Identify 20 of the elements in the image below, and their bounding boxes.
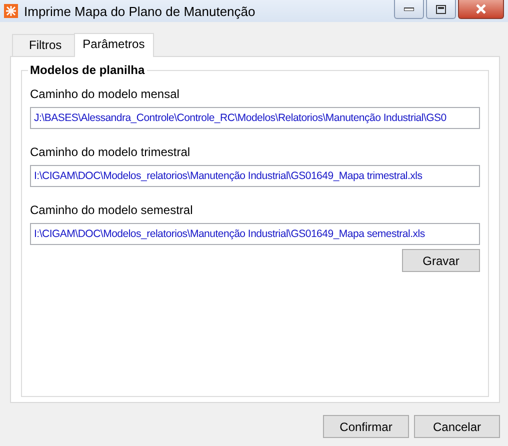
confirm-button[interactable]: Confirmar <box>323 415 409 438</box>
group-title: Modelos de planilha <box>28 63 147 77</box>
field-label: Caminho do modelo trimestral <box>30 145 190 159</box>
save-button[interactable]: Gravar <box>402 249 480 272</box>
window-title: Imprime Mapa do Plano de Manutenção <box>24 4 256 18</box>
maximize-button[interactable] <box>426 0 456 19</box>
minimize-button[interactable] <box>394 0 424 19</box>
tab[interactable]: Filtros <box>12 34 75 56</box>
path-field[interactable]: I:\CIGAM\DOC\Modelos_relatorios\Manutenção Industrial\GS01649_Mapa trimestral.xls <box>30 165 480 187</box>
path-field[interactable]: I:\CIGAM\DOC\Modelos_relatorios\Manutenção Industrial\GS01649_Mapa semestral.xls <box>30 223 480 245</box>
maximize-icon <box>436 4 446 14</box>
close-icon <box>475 4 487 14</box>
field-label: Caminho do modelo mensal <box>30 87 180 101</box>
close-button[interactable] <box>458 0 504 19</box>
minimize-icon <box>404 7 414 11</box>
tab[interactable]: Parâmetros <box>74 33 154 57</box>
app-icon <box>4 4 18 18</box>
path-field[interactable]: J:\BASES\Alessandra_Controle\Controle_RC\Modelos\Relatorios\Manutenção Industrial\GS0 <box>30 107 480 129</box>
cancel-button[interactable]: Cancelar <box>414 415 500 438</box>
field-label: Caminho do modelo semestral <box>30 203 193 217</box>
